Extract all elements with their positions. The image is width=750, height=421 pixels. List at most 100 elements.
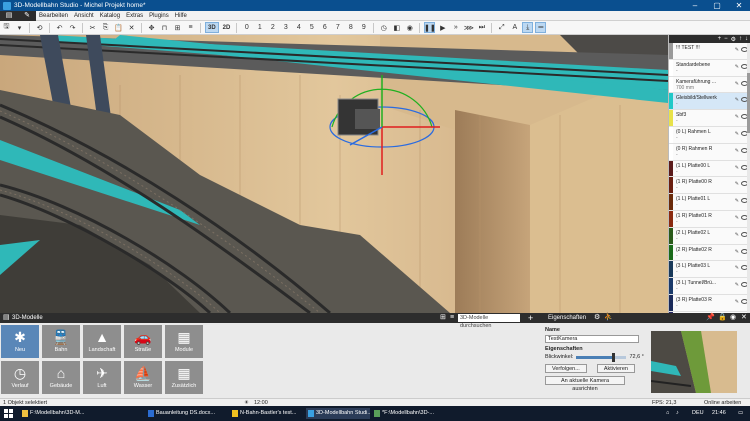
layer-item[interactable]: (2 L) Platte02 L - ✎ [669,227,750,245]
play-icon[interactable]: ▶ [437,22,448,33]
minimize-button[interactable]: – [684,0,706,11]
layer-item[interactable]: Gleisbild/Stellwerk - ✎ [669,93,750,111]
pin-icon[interactable]: ✎ [735,299,739,305]
taskbar-item[interactable]: *F:\Modellbahn\3D-... [372,408,444,419]
layer-item[interactable]: Sbf3- ✎ [669,110,750,127]
pin-icon[interactable]: ✎ [735,131,739,137]
remove-layer-icon[interactable]: − [724,36,728,42]
pin-icon[interactable]: ✎ [735,97,739,103]
taskbar-item[interactable]: Bauanleitung DS.docx... [146,408,226,419]
taskbar-item[interactable]: F:\Modellbahn\3D-M... [20,408,96,419]
layer-3-button[interactable]: 3 [280,22,291,33]
layer-8-button[interactable]: 8 [345,22,356,33]
move-icon[interactable]: ✥ [146,22,157,33]
pin-icon[interactable]: ✎ [735,64,739,70]
snap-icon[interactable]: ⊓ [159,22,170,33]
layer-6-button[interactable]: 6 [319,22,330,33]
menu-extras[interactable]: Extras [123,11,146,21]
catalog-tile[interactable]: ◷ Verlauf [1,361,39,394]
fullscreen-icon[interactable]: ⤢ [496,22,507,33]
pin-icon[interactable]: ✎ [735,47,739,53]
pin-icon[interactable]: ✎ [735,215,739,221]
catalog-tile[interactable]: ⌂ Gebäude [42,361,80,394]
layer-1-button[interactable]: 1 [254,22,265,33]
save-icon[interactable]: 🖫 [1,22,12,33]
layer-4-button[interactable]: 4 [293,22,304,33]
person-icon[interactable]: ⛹ [604,313,613,323]
3d-viewport[interactable] [0,35,668,313]
settings-icon[interactable]: ⚙ [731,36,736,43]
delete-icon[interactable]: ✕ [126,22,137,33]
move-down-icon[interactable]: ↓ [745,36,748,42]
layer-item[interactable]: (1 R) Platte01 R - ✎ [669,210,750,228]
pin-icon[interactable]: ✎ [735,81,739,87]
pin-icon[interactable]: ✎ [735,181,739,187]
lock-icon[interactable]: 🔒 [718,313,727,323]
pin-icon[interactable]: ✎ [735,198,739,204]
align-camera-button[interactable]: An aktuelle Kamera ausrichten [545,376,625,392]
layer-item[interactable]: (1 L) Platte01 L - ✎ [669,194,750,211]
settings-icon[interactable]: ⚙ [594,313,600,323]
grid-view-icon[interactable]: ⊞ [440,313,446,323]
layer-item[interactable]: (1 L) Platte00 L - ✎ [669,160,750,178]
view-3d-button[interactable]: 3D [205,22,219,33]
list-view-icon[interactable]: ≡ [450,313,454,323]
align-icon[interactable]: ≡ [185,22,196,33]
catalog-tile[interactable]: ▲ Landschaft [83,325,121,358]
name-input[interactable]: TestKamera [545,335,639,343]
camera-icon[interactable]: ◧ [391,22,402,33]
grid-icon[interactable]: ⊞ [172,22,183,33]
sync-icon[interactable]: ⟲ [34,22,45,33]
layer-item[interactable]: !!! TEST !!! ✎ [669,43,750,60]
layer-2-button[interactable]: 2 [267,22,278,33]
notification-icon[interactable]: ▭ [738,406,743,421]
maximize-button[interactable]: ▢ [706,0,728,11]
pin-icon[interactable]: ✎ [735,148,739,154]
layer-item[interactable]: (2 R) Platte02 R - ✎ [669,244,750,262]
lamp-icon[interactable]: ◉ [404,22,415,33]
pin-icon[interactable]: ✎ [735,249,739,255]
pin-icon[interactable]: ✎ [735,165,739,171]
faster-forward-icon[interactable]: ⋙ [463,22,474,33]
taskbar-item[interactable]: 3D-Modellbahn Studi... [306,408,370,419]
menu-ansicht[interactable]: Ansicht [71,11,97,21]
layer-item[interactable]: (3 L) Tunnel/Brü... - ✎ [669,278,750,295]
volume-icon[interactable]: ♪ [676,406,679,421]
copy-icon[interactable]: ⎘ [100,22,111,33]
follow-button[interactable]: Verfolgen... [545,364,587,373]
layer-item[interactable]: (3 R) Platte03 R - ✎ [669,294,750,312]
view-2d-button[interactable]: 2D [221,22,233,33]
layer-item[interactable]: (0 L) Rahmen L - ✎ [669,126,750,144]
slider-knob[interactable] [612,352,616,362]
menu-plugins[interactable]: Plugins [146,11,172,21]
layer-item[interactable]: (1 R) Platte00 R - ✎ [669,177,750,195]
catalog-tile[interactable]: ✈ Luft [83,361,121,394]
clock-icon[interactable]: ◷ [378,22,389,33]
layer-0-button[interactable]: 0 [241,22,252,33]
pin-icon[interactable]: 📌 [706,313,715,323]
download-icon[interactable]: ⤓ [522,22,534,33]
pin-icon[interactable]: ✎ [735,114,739,120]
layer-5-button[interactable]: 5 [306,22,317,33]
layer-item[interactable]: (0 R) Rahmen R - ✎ [669,143,750,161]
catalog-tile[interactable]: 🚗 Straße [124,325,162,358]
catalog-tile[interactable]: ✱ Neu [1,325,39,358]
track-icon[interactable]: ═ [535,22,547,33]
paste-icon[interactable]: 📋 [113,22,124,33]
pause-icon[interactable]: ❚❚ [424,22,436,33]
menu-katalog[interactable]: Katalog [97,11,123,21]
dropdown-icon[interactable]: ▾ [14,22,25,33]
taskbar-item[interactable]: N-Bahn-Bastler's test... [230,408,304,419]
edit-mode-icon[interactable]: ▤ [0,11,18,21]
layer-item[interactable]: Kameraführung ... 700 mm ✎ [669,76,750,94]
layer-item[interactable]: Standardebene - ✎ [669,59,750,77]
blickwinkel-slider[interactable] [576,352,627,362]
pin-icon[interactable]: ✎ [735,232,739,238]
add-icon[interactable]: + [528,313,533,323]
catalog-tile[interactable]: ⛵ Wasser [124,361,162,394]
windows-start-icon[interactable] [4,409,13,418]
catalog-tile[interactable]: 🚆 Bahn [42,325,80,358]
catalog-tile[interactable]: ▦ Module [165,325,203,358]
layer-9-button[interactable]: 9 [358,22,369,33]
fast-forward-icon[interactable]: » [450,22,461,33]
